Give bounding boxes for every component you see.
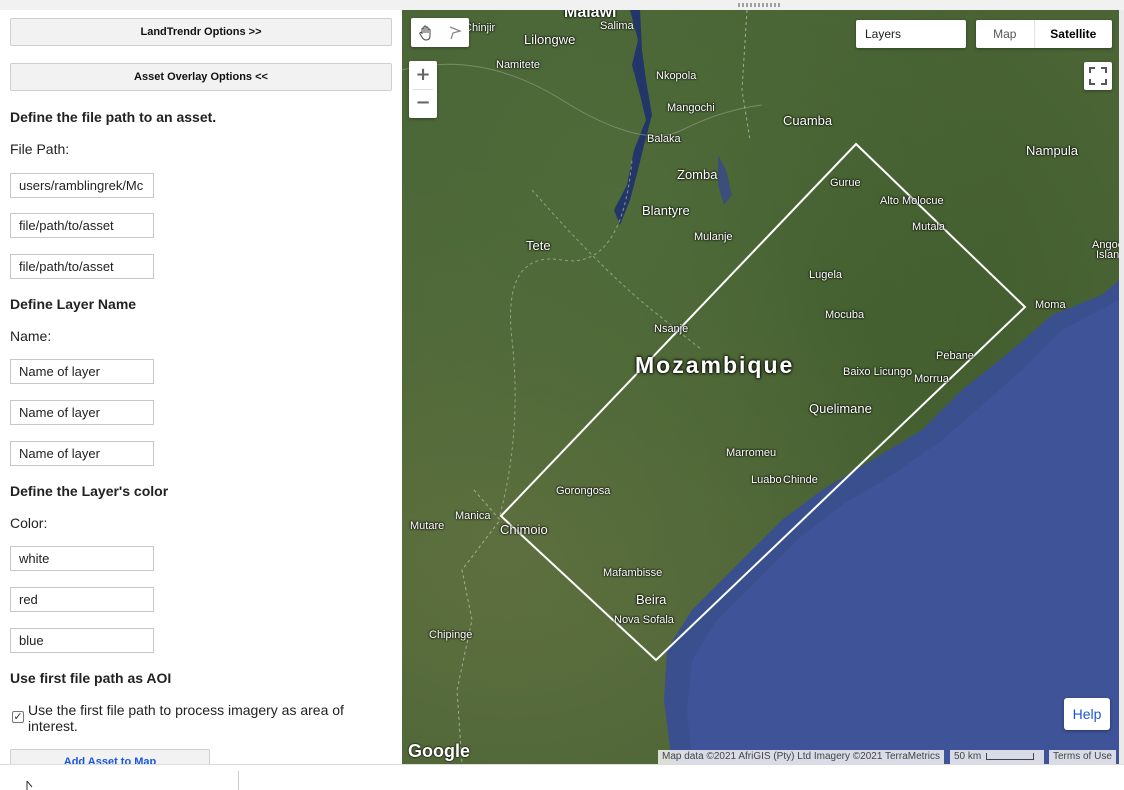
landtrendr-options-button[interactable]: LandTrendr Options >> [10, 18, 392, 46]
scale-bar [986, 753, 1034, 760]
file-path-input-1[interactable]: users/ramblingrek/Mc [10, 173, 154, 198]
map-label-gorongosa: Gorongosa [556, 485, 611, 497]
map-type-satellite-button[interactable]: Satellite [1035, 20, 1112, 48]
map-label-pebane: Pebane [936, 350, 974, 362]
terms-of-use-link[interactable]: Terms of Use [1049, 750, 1116, 764]
aoi-heading: Use first file path as AOI [10, 670, 172, 686]
map-label-nsanje: Nsanje [654, 323, 689, 335]
aoi-checkbox-label[interactable]: Use the first file path to process image… [28, 702, 368, 734]
map-label-tete: Tete [526, 238, 551, 253]
map-label-zomba: Zomba [677, 167, 718, 182]
map-type-map-button[interactable]: Map [976, 20, 1035, 48]
hand-icon[interactable] [411, 18, 440, 47]
fullscreen-button[interactable] [1084, 62, 1112, 90]
map-label-morrua: Morrua [914, 373, 949, 385]
zoom-out-button[interactable]: − [409, 89, 437, 117]
map-label-mutare: Mutare [410, 520, 445, 532]
map-label-lugela: Lugela [809, 269, 843, 281]
map-label-alto-molocue: Alto Molocue [880, 195, 944, 207]
map-label-quelimane: Quelimane [809, 401, 872, 416]
map-label-mocuba: Mocuba [825, 309, 865, 321]
file-path-input-3[interactable]: file/path/to/asset [10, 254, 154, 279]
map-label-chimoio: Chimoio [500, 522, 548, 537]
fullscreen-icon [1089, 67, 1107, 85]
flag-icon[interactable] [440, 18, 469, 47]
map-label-mutala: Mutala [912, 221, 946, 233]
color-input-1[interactable]: white [10, 546, 154, 571]
map-label-islan: Islan [1096, 249, 1119, 261]
color-input-2[interactable]: red [10, 587, 154, 612]
help-button[interactable]: Help [1064, 698, 1110, 730]
map-label-balaka: Balaka [647, 133, 681, 145]
map-label-mafambisse: Mafambisse [603, 567, 663, 579]
map-type-toggle: Map Satellite [976, 20, 1112, 48]
zoom-control: + − [409, 61, 437, 118]
map-label-gurue: Gurue [830, 177, 861, 189]
map-label-nkopola: Nkopola [656, 70, 697, 82]
file-path-heading: Define the file path to an asset. [10, 109, 217, 125]
map-label-namitete: Namitete [496, 59, 541, 71]
layer-name-input-2[interactable]: Name of layer [10, 400, 154, 425]
map-label-luabo: Luabo [751, 474, 782, 486]
scale-label: 50 km [954, 751, 982, 762]
layer-color-label: Color: [10, 515, 48, 531]
map-label-chinde: Chinde [783, 474, 818, 486]
map-label-cuamba: Cuamba [783, 113, 833, 128]
map-attribution[interactable]: Map data ©2021 AfriGIS (Pty) Ltd Imagery… [658, 750, 945, 764]
map-label-salima: Salima [600, 20, 634, 32]
aoi-checkbox[interactable]: ✓ [12, 711, 24, 723]
layer-name-input-3[interactable]: Name of layer [10, 441, 154, 466]
google-logo: Google [408, 741, 470, 761]
map-label-blantyre: Blantyre [642, 203, 690, 218]
map-label-mulanje: Mulanje [694, 231, 733, 243]
map-label-chipinge: Chipinge [429, 629, 473, 641]
map-label-mangochi: Mangochi [667, 102, 715, 114]
right-scroll-strip [1119, 10, 1124, 764]
map-label-lilongwe: Lilongwe [524, 32, 576, 47]
file-path-label: File Path: [10, 141, 70, 157]
map-label-nova-sofala: Nova Sofala [614, 614, 674, 626]
map-label-mozambique: Mozambique [635, 352, 795, 378]
map-label-nampula: Nampula [1026, 143, 1079, 158]
map-label-moma: Moma [1035, 299, 1066, 311]
resize-grip-icon[interactable] [738, 3, 782, 7]
bottom-status-bar [0, 764, 1124, 790]
layer-name-label: Name: [10, 328, 52, 344]
map-terrain [402, 10, 1119, 764]
map-label-beira: Beira [636, 592, 667, 607]
layer-name-heading: Define Layer Name [10, 296, 137, 312]
map-label-baixo-licungo: Baixo Licungo [843, 366, 913, 378]
add-asset-button[interactable]: Add Asset to Map [10, 749, 210, 764]
asset-overlay-options-button[interactable]: Asset Overlay Options << [10, 63, 392, 91]
divider [238, 771, 239, 790]
checkbox-icon: ✓ [13, 710, 23, 723]
color-input-3[interactable]: blue [10, 628, 154, 653]
asset-overlay-panel: LandTrendr Options >> Asset Overlay Opti… [0, 10, 402, 764]
map-label-marromeu: Marromeu [726, 447, 777, 459]
map-view[interactable]: Malawi Lilongwe Salima Namitete Nkopola … [402, 10, 1119, 764]
file-path-input-2[interactable]: file/path/to/asset [10, 213, 154, 238]
map-label-manica: Manica [455, 510, 491, 522]
zoom-in-button[interactable]: + [409, 61, 437, 89]
layers-dropdown[interactable]: Layers [856, 20, 966, 48]
map-tools [411, 18, 469, 47]
layer-color-heading: Define the Layer's color [10, 483, 169, 499]
layer-name-input-1[interactable]: Name of layer [10, 359, 154, 384]
